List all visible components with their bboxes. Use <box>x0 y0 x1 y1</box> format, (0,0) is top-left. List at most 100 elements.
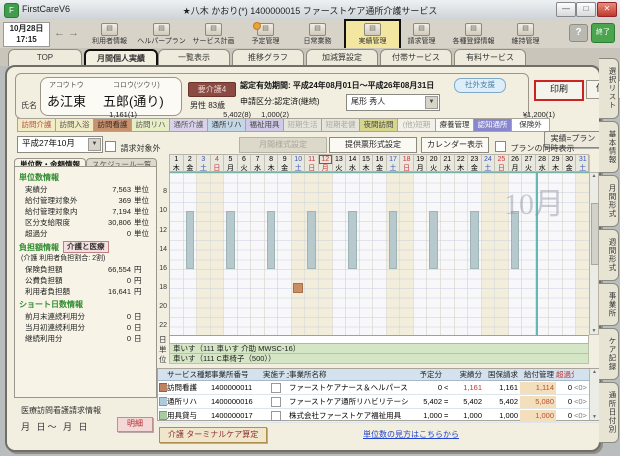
certification-period: 認定有効期間: 平成24年08月01日～平成26年08月31日 <box>240 80 434 91</box>
calendar-scrollbar[interactable]: ▲ ▼ <box>589 172 599 335</box>
service-button-(他)短期[interactable]: (他)短期 <box>397 118 436 132</box>
day-header-1: 1木 <box>170 155 184 173</box>
results-icon: ▤ <box>364 23 381 36</box>
service-bar-day-17[interactable] <box>389 211 398 269</box>
kokuho-cell: 1,000 <box>484 410 520 422</box>
forward-arrow-icon[interactable]: → <box>68 27 79 39</box>
legend-cell <box>158 411 167 420</box>
row-checkbox[interactable] <box>271 383 281 393</box>
service-bar-day-5[interactable] <box>226 211 235 269</box>
plan-units-cell: 0 <box>408 382 444 394</box>
back-arrow-icon[interactable]: ← <box>54 27 65 39</box>
units-help-link[interactable]: 単位数の見方はこちらから <box>363 429 459 440</box>
terminal-care-button[interactable]: 介護 ターミナルケア算定 <box>159 427 267 443</box>
service-button-夜間訪問[interactable]: 夜間訪問 <box>359 118 398 132</box>
check-cell <box>263 397 289 407</box>
section-title: ショート日数情報 <box>19 299 152 310</box>
service-button-短期生活[interactable]: 短期生活 <box>283 118 322 132</box>
checkbox-icon[interactable] <box>105 141 116 152</box>
service-button-認知通所[interactable]: 認知通所 <box>473 118 512 132</box>
side-tab-選択リスト[interactable]: 選択リスト <box>599 58 619 119</box>
service-button-短期老健[interactable]: 短期老健 <box>321 118 360 132</box>
legend-color-icon <box>159 411 167 420</box>
service-button-訪問介護[interactable]: 訪問介護 <box>17 118 56 132</box>
info-unit: 円 <box>131 264 152 275</box>
service-bar-day-2[interactable] <box>186 211 195 269</box>
info-row-公費負担額: 公費負担額0円 <box>19 275 152 286</box>
day-number: 31 <box>576 155 589 164</box>
scroll-down-icon[interactable]: ▼ <box>590 414 599 420</box>
service-button-訪問リハ[interactable]: 訪問リハ <box>131 118 170 132</box>
side-tab-基本情報[interactable]: 基本情報 <box>599 121 619 173</box>
table-row-通所リハ[interactable]: 通所リハ1400000016ファーストケア通所リハビリテーション5,402=5,… <box>158 395 599 409</box>
service-bar-day-20[interactable] <box>429 211 438 269</box>
toolbar-item-results[interactable]: ▤実績管理 <box>344 19 401 50</box>
calendar-display-button[interactable]: カレンダー表示 <box>421 137 489 153</box>
close-button[interactable]: ✕ <box>597 2 617 17</box>
scroll-down-icon[interactable]: ▼ <box>590 328 598 334</box>
minimize-button[interactable]: — <box>556 2 576 17</box>
table-scrollbar[interactable]: ▲ ▼ <box>589 369 599 420</box>
service-button-訪問看護[interactable]: 訪問看護 <box>93 118 132 132</box>
toolbar-item-billing[interactable]: ▤請求管理 <box>396 21 447 47</box>
side-tab-通所日付別[interactable]: 通所日付別 <box>599 382 619 443</box>
care-manager-select[interactable]: 尾形 秀人 ▼ <box>346 94 440 111</box>
table-row-訪問看護[interactable]: 訪問看護1400000011ファーストケアナース＆ヘルパーステーション0<1,1… <box>158 381 599 395</box>
toolbar-item-service-plan[interactable]: ▤サービス計画 <box>188 21 239 47</box>
day-header-11: 11日 <box>305 155 319 173</box>
day-number: 18 <box>400 155 413 164</box>
maximize-button[interactable]: □ <box>576 2 596 17</box>
side-tab-事業所[interactable]: 事業所 <box>599 283 619 326</box>
day-number: 23 <box>468 155 481 164</box>
service-button-福祉用具[interactable]: 福祉用具 <box>245 118 284 132</box>
service-button-療養管理[interactable]: 療養管理 <box>435 118 474 132</box>
service-bar-day-14[interactable] <box>348 211 357 269</box>
month-select[interactable]: 平成27年10月 ▼ <box>17 136 103 153</box>
info-value: 0 <box>97 228 131 239</box>
calendar-grid[interactable]: 10月 <box>169 172 590 336</box>
day-number: 11 <box>305 155 318 164</box>
scroll-up-icon[interactable]: ▲ <box>590 173 598 179</box>
tab-有料サービス[interactable]: 有料サービス <box>454 49 526 66</box>
toolbar-item-schedule[interactable]: ▤予定管理 <box>240 21 291 47</box>
table-row-用具貸与[interactable]: 用具貸与1400000017株式会社ファーストケア福祉用具1,000=1,000… <box>158 409 599 423</box>
sheet-format-button[interactable]: 提供票形式設定 <box>329 137 417 153</box>
info-row-保険負担額: 保険負担額66,554円 <box>19 264 152 275</box>
service-button-保険外[interactable]: 保険外 <box>511 118 550 132</box>
service-bar-day-11[interactable] <box>307 211 316 269</box>
row-checkbox[interactable] <box>271 411 281 421</box>
service-button-訪問入浴[interactable]: 訪問入浴 <box>55 118 94 132</box>
detail-button[interactable]: 明細 <box>117 417 153 432</box>
scroll-up-icon[interactable]: ▲ <box>590 369 599 375</box>
toolbar-item-user-info[interactable]: ▤利用者情報 <box>84 21 135 47</box>
tab-推移グラフ[interactable]: 推移グラフ <box>232 49 304 66</box>
chevron-down-icon[interactable]: ▼ <box>88 138 101 151</box>
row-checkbox[interactable] <box>271 397 281 407</box>
service-bar-day-8[interactable] <box>267 211 276 269</box>
tab-加減算設定[interactable]: 加減算設定 <box>306 49 378 66</box>
toolbar-item-helper-plan[interactable]: ▤ヘルパープラン <box>136 21 187 47</box>
help-button[interactable]: ? <box>569 24 588 42</box>
visit-block[interactable] <box>293 283 304 293</box>
day-header-27: 27火 <box>522 155 536 173</box>
tab-付帯サービス[interactable]: 付帯サービス <box>380 49 452 66</box>
side-tab-週間形式[interactable]: 週間形式 <box>599 229 619 281</box>
chevron-down-icon[interactable]: ▼ <box>425 96 438 109</box>
toolbar-item-daily-work[interactable]: ▤日常業務 <box>292 21 343 47</box>
scrollbar-thumb[interactable] <box>591 203 599 265</box>
toolbar-item-maintenance[interactable]: ▤維持管理 <box>500 21 551 47</box>
side-tab-ケア記録[interactable]: ケア記録 <box>599 328 619 380</box>
service-type-cell: 通所リハ <box>167 396 211 408</box>
print-button[interactable]: 印刷 <box>534 80 584 101</box>
checkbox-icon[interactable] <box>495 141 506 152</box>
exit-button[interactable]: 終了 <box>591 23 615 43</box>
tab-一覧表示[interactable]: 一覧表示 <box>158 49 230 66</box>
toolbar-item-registration[interactable]: ▤各種登録情報 <box>448 21 499 47</box>
tab-TOP[interactable]: TOP <box>8 49 82 66</box>
service-button-通所リハ[interactable]: 通所リハ <box>207 118 246 132</box>
side-tab-月間形式[interactable]: 月間形式 <box>599 175 619 227</box>
kaigo-iryo-button[interactable]: 介護と医療 <box>63 241 109 253</box>
service-bar-day-23[interactable] <box>470 211 479 269</box>
day-header-7: 7水 <box>251 155 265 173</box>
service-button-通所介護[interactable]: 通所介護 <box>169 118 208 132</box>
